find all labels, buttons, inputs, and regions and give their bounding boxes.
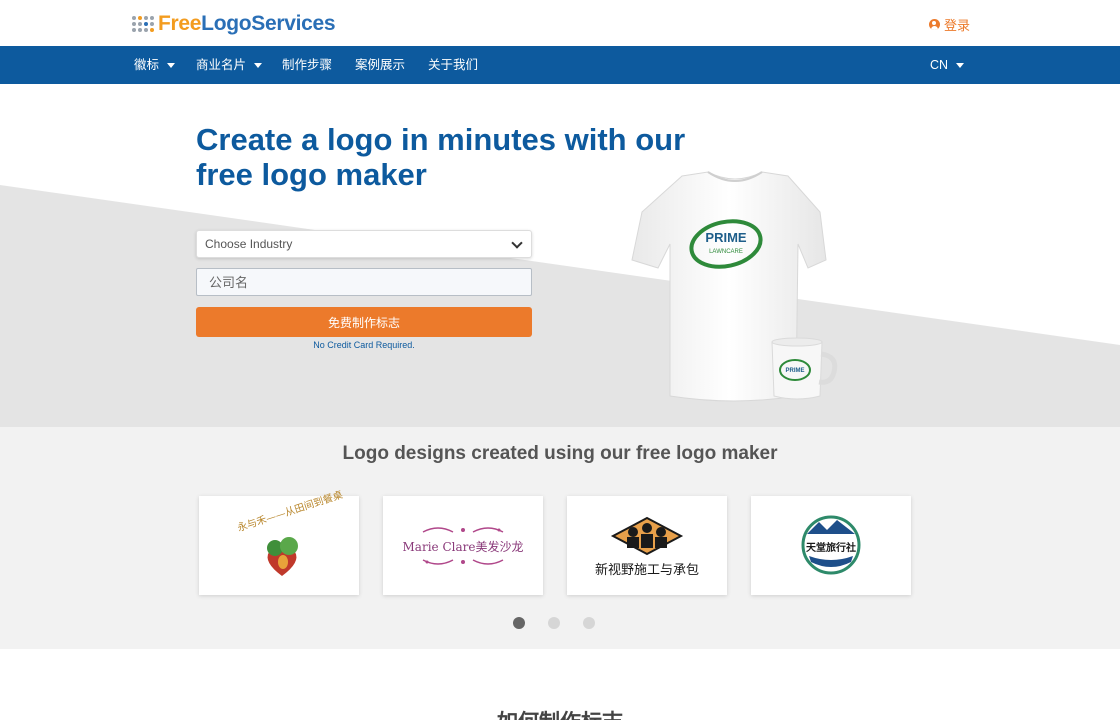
logo-card[interactable]: Marie Clare美发沙龙 [383,496,543,595]
logo-text-free: Free [158,12,202,35]
nav-item-label: 关于我们 [428,58,479,72]
logo-card-text: 天堂旅行社 [806,543,856,554]
login-link[interactable]: 登录 [928,15,970,34]
nav-item-showcase[interactable]: 案例展示 [355,46,405,84]
caret-down-icon [956,62,965,68]
user-circle-icon [928,19,940,30]
logo-card-text: Marie Clare美发沙龙 [402,540,524,554]
logo-card[interactable]: 天堂旅行社 [751,496,911,595]
mug-brand-text: PRIME [785,368,804,374]
nav-item-label: 制作步骤 [282,58,333,72]
main-nav: 徽标 商业名片 制作步骤 案例展示 关于我们 CN [0,46,1120,84]
company-name-input[interactable] [196,268,532,296]
mockup-sub-text: LAWNCARE [709,249,743,255]
carousel-dot-3[interactable] [583,617,595,629]
logo-card[interactable]: 新视野施工与承包 [567,496,727,595]
logo-card[interactable]: 永与禾——从田间到餐桌 [199,490,359,595]
industry-select-value: Choose Industry [205,237,293,251]
logo-dots-icon [132,16,154,32]
nav-item-logos[interactable]: 徽标 [134,46,176,84]
mockup-brand-text: PRIME [705,230,747,245]
industry-select[interactable]: Choose Industry [196,230,532,258]
how-to-make-logo-heading: 如何制作标志 [0,706,1120,720]
create-logo-button[interactable]: 免费制作标志 [196,307,532,337]
tshirt-mug-mockup: PRIME LAWNCARE PRIME [631,171,838,402]
login-label: 登录 [943,18,970,33]
caret-down-icon [167,62,176,68]
nav-item-business-cards[interactable]: 商业名片 [196,46,263,84]
carousel-dot-1[interactable] [513,617,525,629]
nav-item-about[interactable]: 关于我们 [428,46,478,84]
logo-card-text: 新视野施工与承包 [594,563,699,578]
language-label: CN [930,58,949,72]
showcase-title: Logo designs created using our free logo… [342,443,778,464]
no-credit-card-note: No Credit Card Required. [313,340,415,350]
logo-showcase: Logo designs created using our free logo… [0,427,1120,649]
workers-diamond-icon [610,516,684,556]
site-logo[interactable]: FreeLogoServices [132,12,336,36]
hero-section: Create a logo in minutes with our free l… [0,84,1120,427]
caret-down-icon [254,62,263,68]
top-bar: FreeLogoServices 登录 [0,0,1120,46]
nav-item-steps[interactable]: 制作步骤 [282,46,332,84]
chevron-down-icon [511,237,523,249]
carousel-dot-2[interactable] [548,617,560,629]
nav-item-label: 案例展示 [355,58,406,72]
nav-item-label: 商业名片 [196,58,247,72]
nav-item-label: 徽标 [134,58,160,72]
language-selector[interactable]: CN [930,46,965,84]
logo-text-main: LogoServices [201,12,336,35]
